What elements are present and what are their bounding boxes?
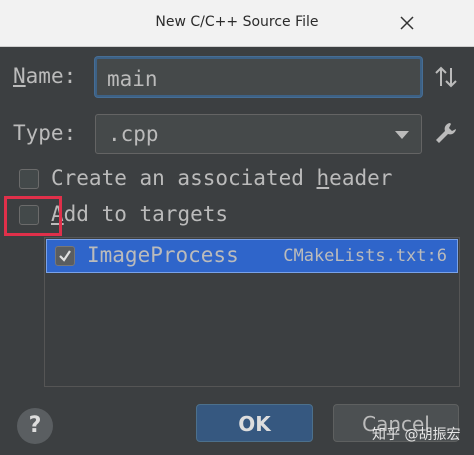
name-label-mnemonic: N: [13, 64, 26, 88]
annotation-highlight-box: [4, 196, 62, 236]
type-combobox-value: .cpp: [108, 122, 159, 146]
target-row[interactable]: ImageProcess CMakeLists.txt:6: [46, 239, 458, 273]
title-bar: New C/C++ Source File: [0, 0, 474, 47]
watermark: 知乎 @胡振宏: [372, 427, 461, 443]
create-header-checkbox[interactable]: [19, 169, 39, 189]
type-label: Type:: [13, 121, 76, 145]
targets-list: ImageProcess CMakeLists.txt:6: [44, 237, 460, 387]
target-name: ImageProcess: [87, 243, 239, 267]
create-header-label-text: Create an associated: [51, 166, 317, 190]
create-header-label-mnemonic: h: [316, 166, 330, 190]
name-label: Name:: [13, 64, 76, 88]
wrench-icon[interactable]: [433, 120, 459, 146]
help-button[interactable]: ?: [17, 408, 53, 444]
create-header-label[interactable]: Create an associated header: [51, 166, 392, 190]
target-file: CMakeLists.txt:6: [283, 246, 447, 266]
type-label-text: Type: [13, 121, 64, 145]
name-label-text: ame:: [25, 64, 77, 88]
name-input[interactable]: main: [95, 57, 422, 97]
create-header-label-rest: eader: [329, 166, 393, 190]
type-combobox[interactable]: .cpp: [95, 114, 422, 154]
sort-icon[interactable]: [433, 64, 459, 90]
chevron-down-icon[interactable]: [395, 131, 409, 139]
checkmark-icon: [59, 250, 71, 262]
ok-button[interactable]: OK: [196, 404, 313, 442]
new-source-file-dialog: New C/C++ Source File Name: main Type: .…: [0, 0, 474, 455]
target-checkbox[interactable]: [55, 246, 75, 266]
type-label-colon: :: [63, 121, 77, 145]
close-icon[interactable]: [398, 14, 416, 32]
add-to-targets-label[interactable]: Add to targets: [51, 202, 228, 226]
add-to-targets-label-text: dd to targets: [63, 202, 229, 226]
